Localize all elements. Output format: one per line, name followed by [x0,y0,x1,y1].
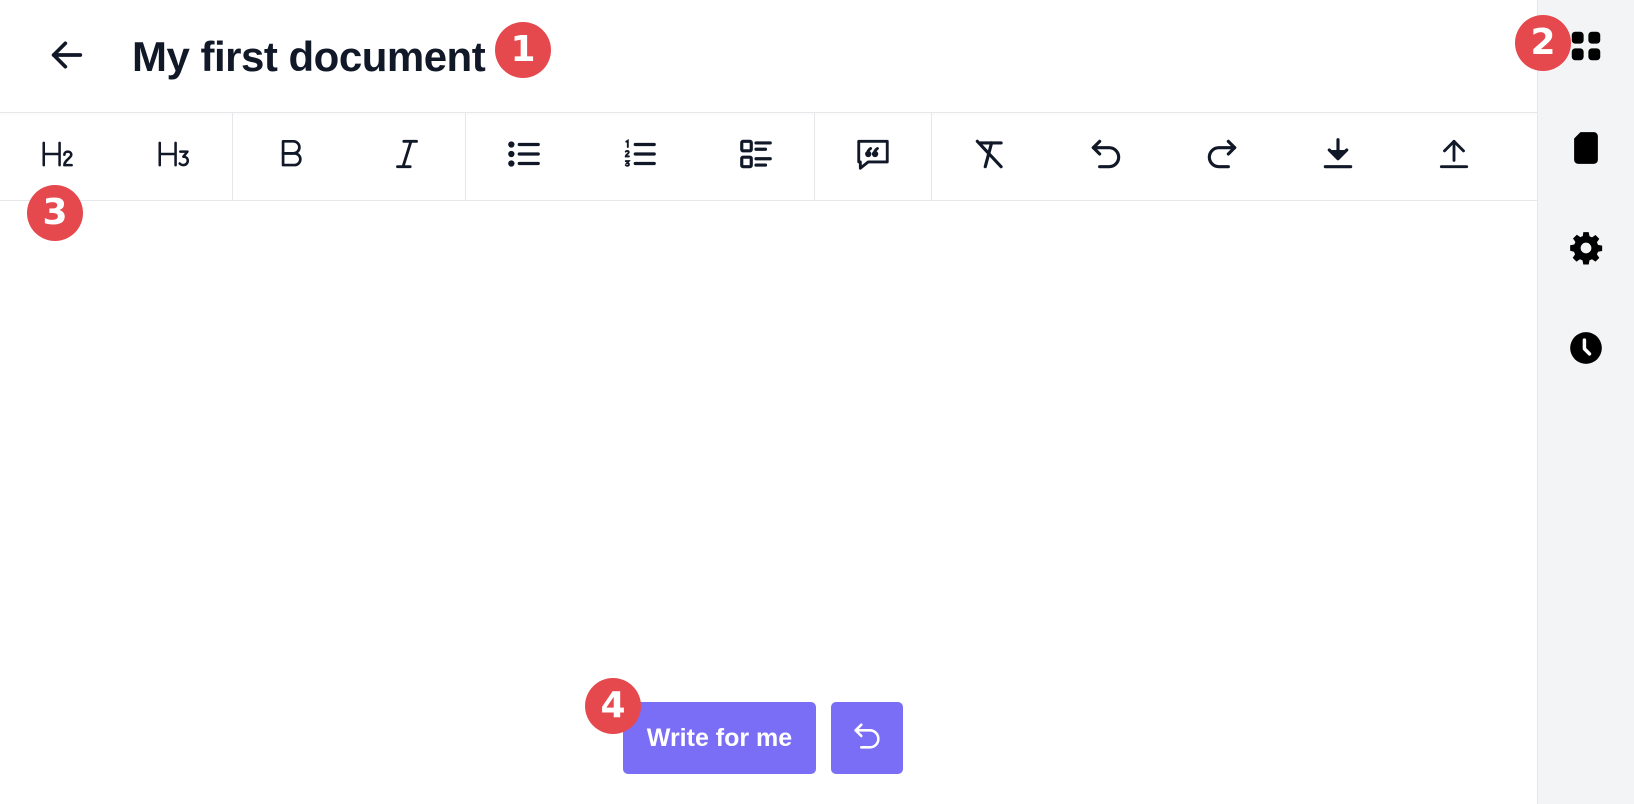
document-button[interactable] [1562,126,1610,174]
bullet-list-button[interactable] [466,113,582,200]
arrow-left-icon [47,35,87,80]
annotation-badge-2: 2 [1515,15,1571,71]
task-list-button[interactable] [698,113,814,200]
annotation-badge-3: 3 [27,185,83,241]
clear-format-button[interactable] [932,113,1048,200]
toolbar-group-quote [815,113,932,200]
redo-icon [1203,135,1241,178]
upload-button[interactable] [1396,113,1512,200]
toolbar-group-text-style [233,113,466,200]
formatting-toolbar [0,113,1537,201]
italic-button[interactable] [349,113,465,200]
document-title[interactable]: My first document [132,32,486,82]
undo-write-button[interactable] [831,702,903,774]
editor-main: My first document Write for me [0,0,1537,804]
italic-icon [388,135,426,178]
bold-icon [272,135,310,178]
clear-format-icon [971,135,1009,178]
history-button[interactable] [1562,326,1610,374]
ordered-list-icon [621,135,659,178]
toolbar-group-headings [0,113,233,200]
document-header: My first document [0,0,1537,113]
bold-button[interactable] [233,113,349,200]
toolbar-group-lists [466,113,815,200]
right-sidebar [1537,0,1634,804]
download-button[interactable] [1280,113,1396,200]
annotation-badge-1: 1 [495,22,551,78]
clock-icon [1567,329,1605,372]
task-list-icon [737,135,775,178]
undo-icon [850,719,884,758]
document-icon [1567,129,1605,172]
quote-icon [854,135,892,178]
annotation-badge-4: 4 [585,678,641,734]
back-button[interactable] [40,30,94,84]
toolbar-group-actions [932,113,1512,200]
settings-button[interactable] [1562,226,1610,274]
heading-3-button[interactable] [116,113,232,200]
redo-button[interactable] [1164,113,1280,200]
grid-icon [1567,27,1605,70]
heading-3-icon [155,135,193,178]
quote-button[interactable] [815,113,931,200]
bullet-list-icon [505,135,543,178]
download-icon [1319,135,1357,178]
undo-icon [1087,135,1125,178]
gear-icon [1567,229,1605,272]
upload-icon [1435,135,1473,178]
write-for-me-button[interactable]: Write for me [623,702,816,774]
undo-button[interactable] [1048,113,1164,200]
ordered-list-button[interactable] [582,113,698,200]
heading-2-icon [39,135,77,178]
